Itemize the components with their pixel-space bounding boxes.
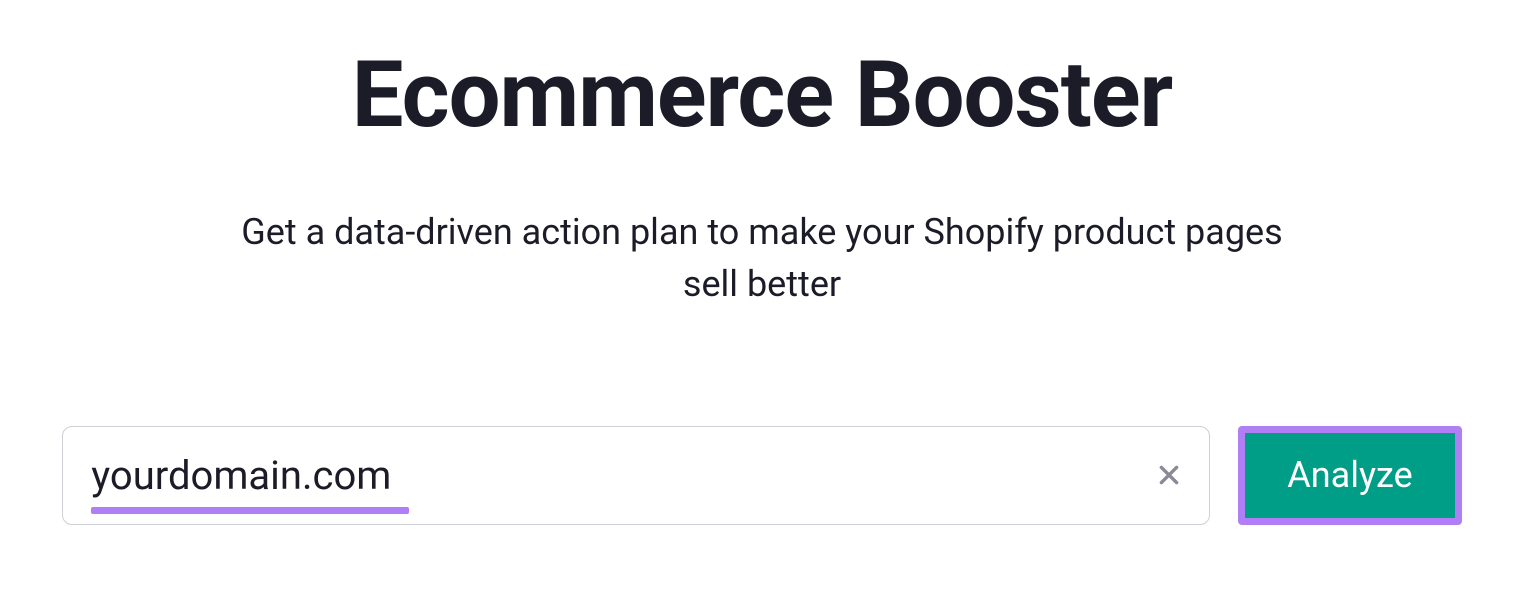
domain-input[interactable]: [91, 452, 1139, 499]
clear-input-button[interactable]: [1151, 457, 1187, 493]
page-title: Ecommerce Booster: [352, 45, 1172, 146]
page-subtitle: Get a data-driven action plan to make yo…: [212, 206, 1312, 310]
analyze-form: Analyze: [0, 426, 1524, 525]
analyze-button-highlight: Analyze: [1238, 426, 1461, 525]
input-highlight-underline: [91, 507, 409, 514]
close-icon: [1156, 462, 1182, 488]
domain-input-wrapper: [62, 426, 1210, 525]
analyze-button[interactable]: Analyze: [1245, 433, 1454, 518]
